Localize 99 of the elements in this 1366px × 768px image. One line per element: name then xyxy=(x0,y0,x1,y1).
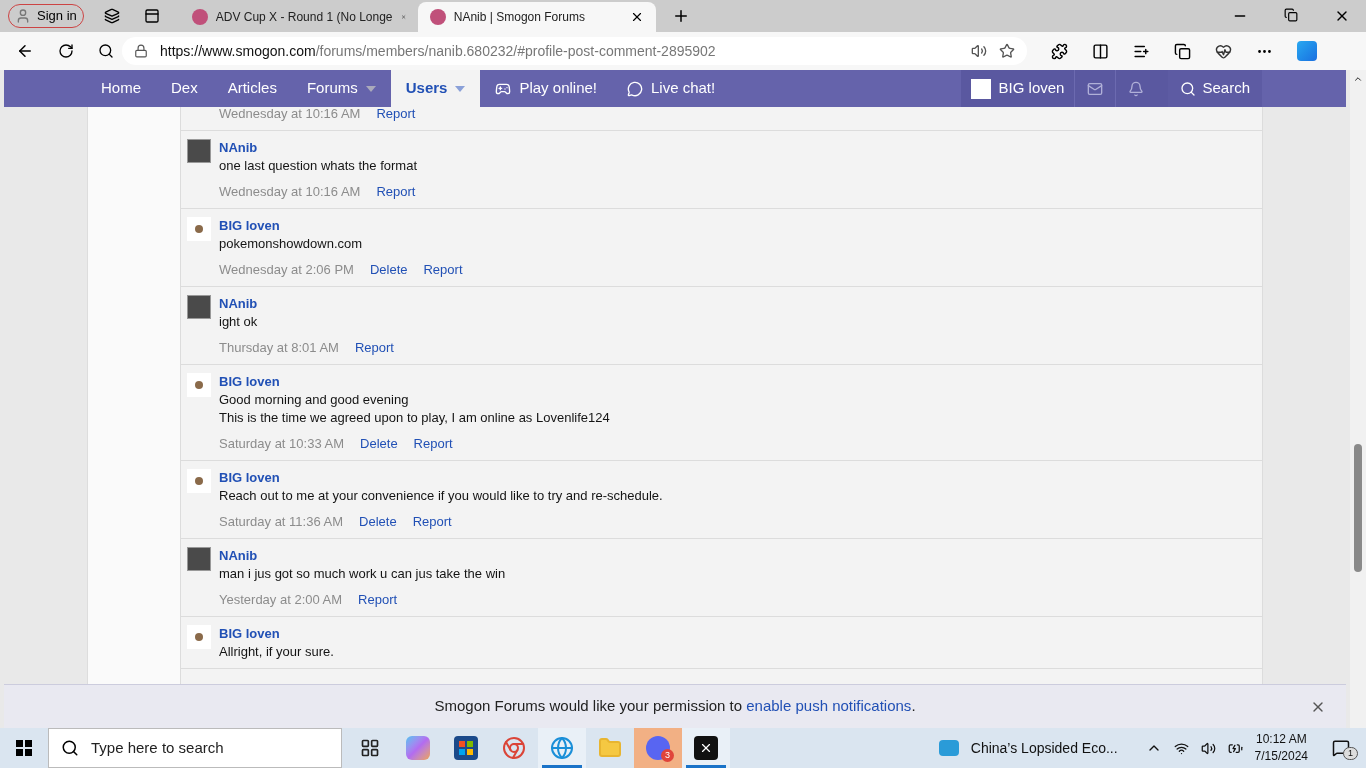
scrollbar-thumb[interactable] xyxy=(1354,444,1362,572)
comment-text: Good morning and good evening xyxy=(219,391,410,409)
comment-action-link[interactable]: Report xyxy=(376,107,416,123)
comment-text: This is the time we agreed upon to play, I am online as Lovenlife124 xyxy=(219,409,610,427)
nav-tab[interactable]: Play online! xyxy=(480,70,612,107)
sprite-icon xyxy=(195,381,203,389)
avatar xyxy=(970,78,991,99)
comment-time: Wednesday at 10:16 AM xyxy=(219,107,361,123)
active-indicator xyxy=(686,765,726,768)
url-text: https://www.smogon.com/forums/members/nanib.680232/#profile-post-comment-2895902 xyxy=(160,41,717,61)
avatar[interactable] xyxy=(187,625,211,649)
workspaces-icon[interactable] xyxy=(103,8,120,24)
app-icon[interactable] xyxy=(694,736,718,760)
search-icon[interactable] xyxy=(98,43,114,59)
person-icon xyxy=(15,8,31,24)
comment-text: Allright, if your sure. xyxy=(219,643,334,661)
user-menu[interactable]: BIG loven xyxy=(960,70,1075,107)
windows-icon[interactable] xyxy=(16,740,32,756)
comment-text: one last question whats the format xyxy=(219,157,417,175)
comment-author[interactable]: NAnib xyxy=(219,139,417,157)
nav-tab[interactable]: Forums xyxy=(291,70,391,107)
restore-icon[interactable] xyxy=(1284,8,1298,22)
nav-tab[interactable]: Home xyxy=(86,70,156,107)
comment-time: Thursday at 8:01 AM xyxy=(219,339,339,357)
comment-action-link[interactable]: Delete xyxy=(360,435,398,453)
favicon-icon xyxy=(191,9,208,25)
tab-title: NAnib | Smogon Forums xyxy=(453,9,586,26)
comment-author[interactable]: BIG loven xyxy=(219,373,610,391)
comment-time: Saturday at 10:33 AM xyxy=(219,435,345,453)
taskbar-search-field[interactable]: Type here to search xyxy=(48,728,342,768)
browser-tab[interactable]: ADV Cup X - Round 1 (No Longe xyxy=(179,2,418,32)
banner-text: Smogon Forums would like your permission to enable push notifications. xyxy=(434,696,916,717)
nav-tab[interactable]: Users xyxy=(390,70,481,107)
comment-time: Wednesday at 10:16 AM xyxy=(219,183,361,201)
comment-text: pokemonshowdown.com xyxy=(219,235,364,253)
tab-title: ADV Cup X - Round 1 (No Longe xyxy=(215,9,393,26)
favicon-icon xyxy=(429,9,446,25)
sprite-icon xyxy=(195,477,203,485)
read-aloud-icon[interactable] xyxy=(971,43,987,59)
bell-icon[interactable] xyxy=(1128,80,1145,97)
comment-author[interactable]: BIG loven xyxy=(219,469,663,487)
scrollbar[interactable] xyxy=(1350,70,1366,728)
avatar-photo-placeholder[interactable] xyxy=(187,295,211,319)
search-icon xyxy=(61,739,79,757)
comment-action-link[interactable]: Report xyxy=(412,513,452,531)
search-icon xyxy=(1180,80,1197,97)
health-icon[interactable] xyxy=(1215,42,1232,60)
notification-center-icon[interactable] xyxy=(1332,739,1350,757)
nav-tab[interactable]: Dex xyxy=(156,70,213,107)
comment-action-link[interactable]: Delete xyxy=(359,513,397,531)
split-screen-icon[interactable] xyxy=(1092,42,1109,60)
comment-action-link[interactable]: Report xyxy=(423,261,463,279)
clock[interactable]: 10:12 AM 7/15/2024 xyxy=(1254,731,1308,765)
enable-notifications-link[interactable]: enable push notifications xyxy=(746,697,912,715)
nav-tab[interactable]: Articles xyxy=(212,70,292,107)
comment-author[interactable]: BIG loven xyxy=(219,217,463,235)
scroll-up-icon[interactable] xyxy=(1353,74,1363,84)
store-icon[interactable] xyxy=(454,736,478,760)
comment-action-link[interactable]: Report xyxy=(354,339,394,357)
task-view-icon[interactable] xyxy=(360,738,380,758)
extensions-icon[interactable] xyxy=(1051,42,1068,60)
refresh-icon[interactable] xyxy=(58,43,74,59)
back-icon[interactable] xyxy=(16,42,34,60)
notification-count: 1 xyxy=(1343,747,1358,760)
mail-icon[interactable] xyxy=(1087,80,1104,97)
comment-time: Saturday at 11:36 AM xyxy=(219,513,344,531)
comment-text: Reach out to me at your convenience if you would like to try and re-schedule. xyxy=(219,487,663,505)
avatar-photo-placeholder[interactable] xyxy=(187,547,211,571)
news-headline[interactable]: China’s Lopsided Eco... xyxy=(970,737,1118,759)
comment-text: man i jus got so much work u can jus take the win xyxy=(219,565,506,583)
favorite-icon[interactable] xyxy=(999,43,1015,59)
comment-author[interactable]: NAnib xyxy=(219,295,394,313)
sprite-icon xyxy=(195,633,203,641)
speaker-icon[interactable] xyxy=(1200,740,1216,756)
active-indicator xyxy=(542,765,582,768)
lock-icon[interactable] xyxy=(134,44,148,58)
avatar[interactable] xyxy=(187,469,211,493)
comment-action-link[interactable]: Delete xyxy=(369,261,408,279)
comment-author[interactable]: NAnib xyxy=(219,547,506,565)
comment-action-link[interactable]: Report xyxy=(358,591,398,609)
chrome-icon[interactable] xyxy=(502,736,526,760)
comment-time: Yesterday at 2:00 AM xyxy=(219,591,343,609)
browser-tab[interactable]: NAnib | Smogon Forums xyxy=(417,2,656,32)
comment-text: ight ok xyxy=(219,313,259,331)
nav-tab[interactable]: Live chat! xyxy=(612,70,731,107)
sprite-icon xyxy=(195,225,203,233)
comment-time: Wednesday at 2:06 PM xyxy=(219,261,354,279)
avatar[interactable] xyxy=(187,373,211,397)
comment-action-link[interactable]: Report xyxy=(376,183,416,201)
chat-icon xyxy=(627,80,643,97)
wifi-icon[interactable] xyxy=(1173,740,1189,756)
tab-actions-icon[interactable] xyxy=(143,8,160,24)
comment-action-link[interactable]: Report xyxy=(413,435,453,453)
avatar-photo-placeholder[interactable] xyxy=(187,139,211,163)
collections-icon[interactable] xyxy=(1174,42,1191,60)
address-bar[interactable]: https://www.smogon.com/forums/members/nanib.680232/#profile-post-comment-2895902 xyxy=(122,37,1027,65)
discord-icon[interactable] xyxy=(646,736,670,760)
avatar[interactable] xyxy=(187,217,211,241)
comment-author[interactable]: BIG loven xyxy=(219,625,334,643)
